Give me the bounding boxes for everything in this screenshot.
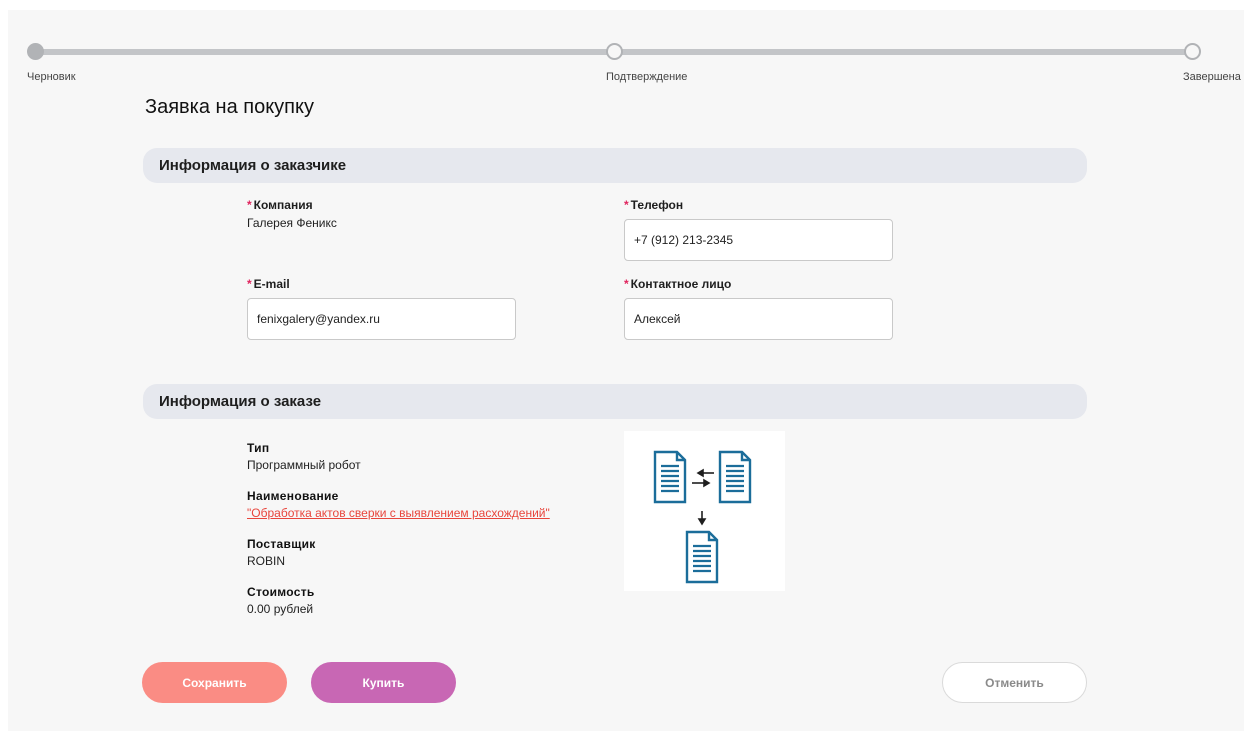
contact-person-input[interactable]: [624, 298, 893, 340]
phone-input[interactable]: [624, 219, 893, 261]
step-label-confirmation: Подтверждение: [606, 71, 688, 83]
required-mark: *: [247, 277, 252, 291]
step-label-draft: Черновик: [27, 71, 76, 83]
email-field: * E-mail: [247, 277, 516, 340]
order-cost-value: 0.00 рублей: [247, 602, 314, 616]
order-info-header: Информация о заказе: [143, 384, 1087, 419]
order-type-label: Тип: [247, 441, 270, 455]
company-label: * Компания: [247, 198, 313, 212]
phone-label: * Телефон: [624, 198, 684, 212]
required-mark: *: [247, 198, 252, 212]
order-cost-label: Стоимость: [247, 585, 315, 599]
contact-person-field: * Контактное лицо: [624, 277, 893, 340]
status-stepper: Черновик Подтверждение Завершена: [8, 10, 1244, 90]
order-vendor: Поставщик ROBIN: [247, 537, 316, 568]
order-name-label: Наименование: [247, 489, 339, 503]
order-type: Тип Программный робот: [247, 441, 361, 472]
order-vendor-value: ROBIN: [247, 554, 286, 568]
email-label: * E-mail: [247, 277, 290, 291]
step-dot-draft: [27, 43, 44, 60]
step-dot-completed: [1184, 43, 1201, 60]
order-name: Наименование "Обработка актов сверки с в…: [247, 489, 550, 520]
required-mark: *: [624, 277, 629, 291]
required-mark: *: [624, 198, 629, 212]
save-button[interactable]: Сохранить: [142, 662, 287, 703]
order-cost: Стоимость 0.00 рублей: [247, 585, 315, 616]
order-name-link[interactable]: "Обработка актов сверки с выявлением рас…: [247, 506, 550, 520]
product-image: [624, 431, 785, 591]
order-type-value: Программный робот: [247, 458, 361, 472]
contact-person-label: * Контактное лицо: [624, 277, 732, 291]
company-field: * Компания Галерея Феникс: [247, 198, 337, 230]
documents-compare-icon: [653, 450, 752, 584]
page-title: Заявка на покупку: [145, 96, 314, 118]
customer-info-header: Информация о заказчике: [143, 148, 1087, 183]
phone-field: * Телефон: [624, 198, 893, 261]
purchase-request-page: Черновик Подтверждение Завершена Заявка …: [8, 10, 1244, 731]
step-dot-confirmation: [606, 43, 623, 60]
buy-button[interactable]: Купить: [311, 662, 456, 703]
company-value: Галерея Феникс: [247, 216, 337, 230]
step-label-completed: Завершена: [1183, 71, 1241, 83]
cancel-button[interactable]: Отменить: [942, 662, 1087, 703]
order-vendor-label: Поставщик: [247, 537, 316, 551]
email-input[interactable]: [247, 298, 516, 340]
